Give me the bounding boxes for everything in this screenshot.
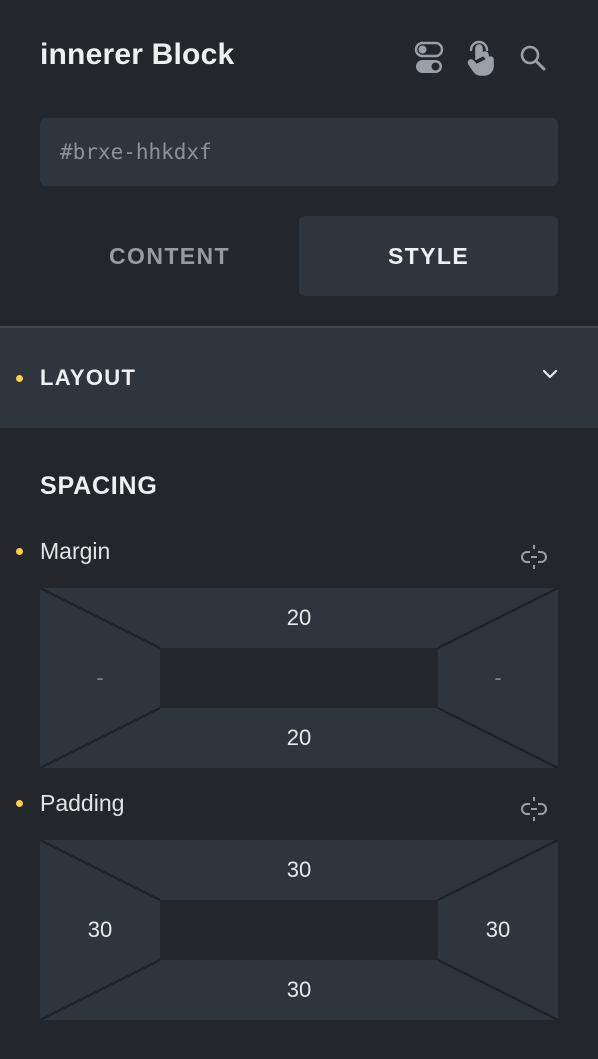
padding-bottom-input[interactable]: 30 bbox=[160, 960, 438, 1020]
unlink-icon[interactable] bbox=[520, 795, 548, 823]
margin-box-inner bbox=[160, 648, 438, 708]
spacing-group-title: SPACING bbox=[40, 472, 158, 500]
margin-left-input[interactable]: - bbox=[40, 648, 160, 708]
panel-tabs: CONTENT STYLE bbox=[40, 216, 558, 296]
tab-style[interactable]: STYLE bbox=[299, 216, 558, 296]
margin-box-control: 20 20 - - bbox=[40, 588, 558, 768]
margin-top-input[interactable]: 20 bbox=[160, 588, 438, 648]
unlink-icon[interactable] bbox=[520, 543, 548, 571]
toggle-icon[interactable] bbox=[412, 38, 446, 78]
margin-value-indicator-dot bbox=[16, 548, 23, 555]
search-icon[interactable] bbox=[516, 38, 550, 78]
value-indicator-dot bbox=[16, 375, 23, 382]
layout-accordion-header[interactable]: LAYOUT bbox=[0, 326, 598, 428]
header-actions bbox=[412, 38, 550, 78]
padding-label: Padding bbox=[40, 790, 125, 816]
chevron-down-icon bbox=[542, 366, 558, 384]
element-panel: innerer Block CONTENT STYLE bbox=[0, 0, 598, 1059]
margin-label: Margin bbox=[40, 538, 111, 564]
padding-value-indicator-dot bbox=[16, 800, 23, 807]
padding-left-input[interactable]: 30 bbox=[40, 900, 160, 960]
layout-section-title: LAYOUT bbox=[40, 365, 137, 390]
margin-right-input[interactable]: - bbox=[438, 648, 558, 708]
tab-content[interactable]: CONTENT bbox=[40, 216, 299, 296]
pointer-hand-icon[interactable] bbox=[464, 38, 498, 78]
padding-top-input[interactable]: 30 bbox=[160, 840, 438, 900]
padding-box-control: 30 30 30 30 bbox=[40, 840, 558, 1020]
margin-bottom-input[interactable]: 20 bbox=[160, 708, 438, 768]
padding-box-inner bbox=[160, 900, 438, 960]
element-title[interactable]: innerer Block bbox=[40, 38, 234, 72]
padding-right-input[interactable]: 30 bbox=[438, 900, 558, 960]
css-id-input[interactable] bbox=[40, 118, 558, 186]
